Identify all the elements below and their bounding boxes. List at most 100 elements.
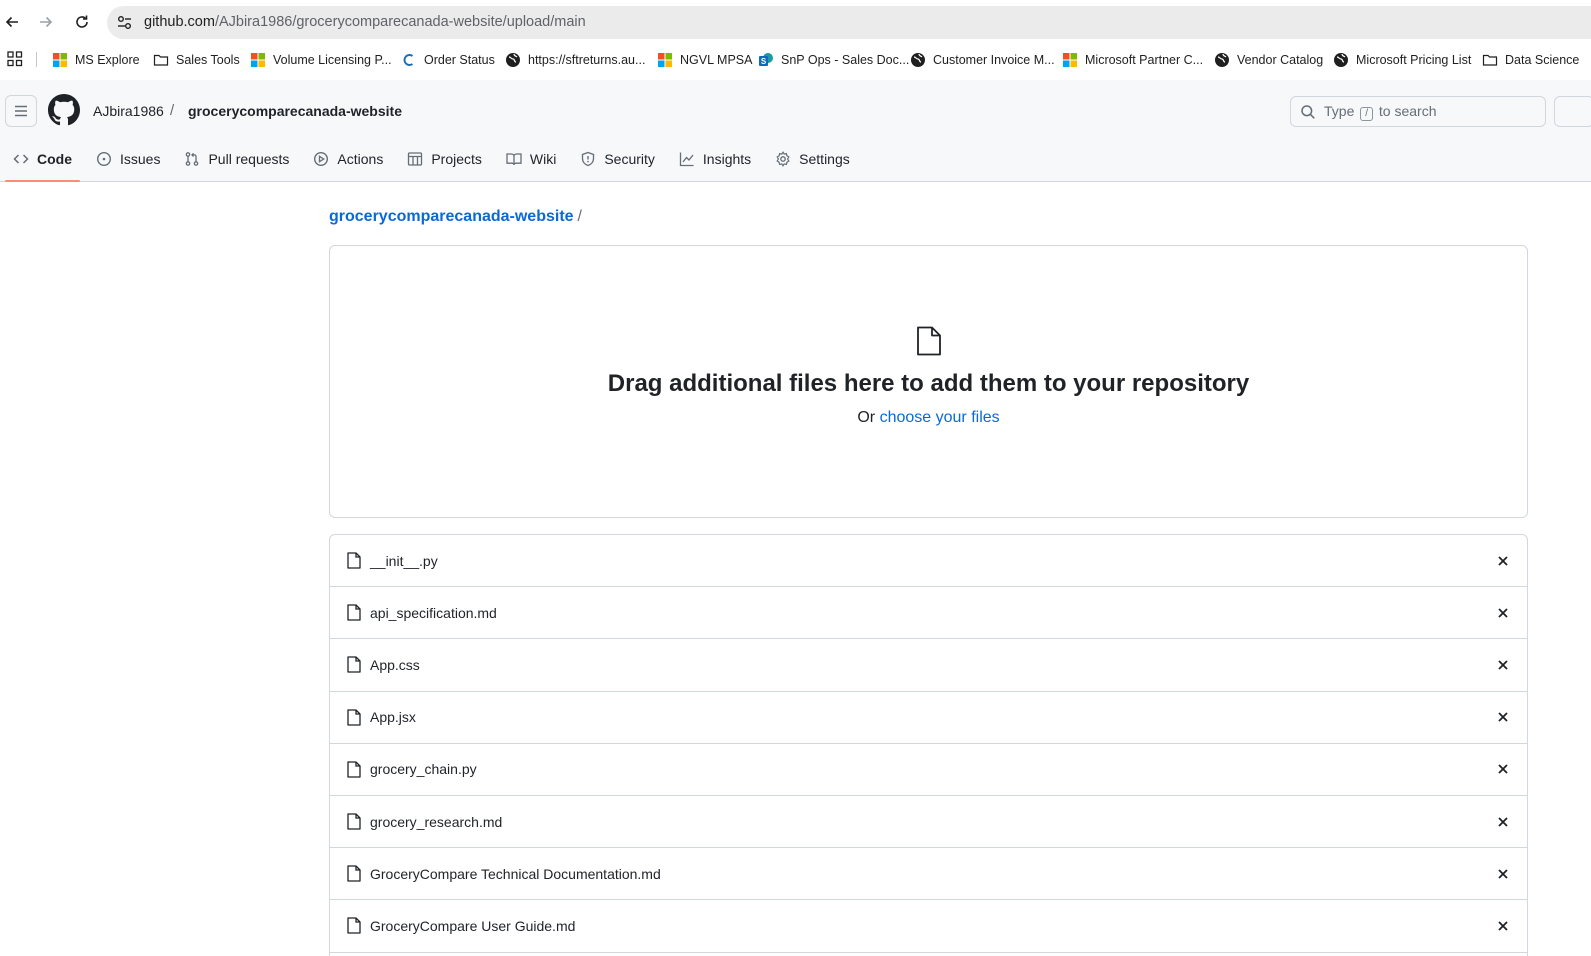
globe-icon <box>911 53 925 67</box>
tab-label: Security <box>604 151 655 167</box>
bookmark-vendor-catalog[interactable]: Vendor Catalog <box>1214 50 1323 70</box>
file-name: GroceryCompare User Guide.md <box>370 917 576 934</box>
bookmark-label: Microsoft Partner C... <box>1085 53 1204 67</box>
repo-name-link[interactable]: grocerycomparecanada-website <box>188 103 402 119</box>
tab-label: Actions <box>337 151 384 167</box>
bookmark-microsoft-partner[interactable]: Microsoft Partner C... <box>1062 50 1203 70</box>
file-row: App.jsx <box>330 692 1527 744</box>
shield-icon <box>582 151 595 167</box>
file-row: grocery_chain.py <box>330 744 1527 796</box>
bookmark-label: Vendor Catalog <box>1237 53 1324 67</box>
back-icon[interactable] <box>0 10 24 34</box>
file-name: grocery_chain.py <box>370 761 477 778</box>
upload-file-list: __init__.py api_specification.md App.css… <box>329 534 1528 956</box>
reload-icon[interactable] <box>70 10 94 34</box>
tab-wiki[interactable]: Wiki <box>498 142 564 176</box>
repo-owner-link[interactable]: AJbira1986 <box>93 103 164 119</box>
tab-label: Pull requests <box>208 151 290 167</box>
crumb-separator: / <box>170 102 175 119</box>
breadcrumb-separator: / <box>577 208 582 225</box>
tab-insights[interactable]: Insights <box>671 142 759 176</box>
microsoft-logo-icon <box>251 53 265 67</box>
tab-settings[interactable]: Settings <box>767 142 858 176</box>
repo-header: AJbira1986 / grocerycomparecanada-websit… <box>0 80 1591 182</box>
pull-request-icon <box>186 152 199 166</box>
globe-icon <box>1215 53 1229 67</box>
github-logo-icon[interactable] <box>48 94 80 126</box>
close-icon <box>1498 555 1508 566</box>
folder-icon <box>153 54 169 66</box>
menu-button[interactable] <box>5 95 37 127</box>
tab-label: Issues <box>120 151 161 167</box>
tab-security[interactable]: Security <box>572 142 663 176</box>
address-bar[interactable]: github.com/AJbira1986/grocerycomparecana… <box>107 6 1591 39</box>
bookmark-data-science[interactable]: Data Science <box>1482 50 1579 70</box>
issue-icon <box>96 151 112 167</box>
site-info-icon[interactable] <box>116 14 133 31</box>
choose-files-link[interactable]: choose your files <box>880 409 1000 426</box>
remove-file-button[interactable] <box>1495 605 1511 621</box>
file-row: App.css <box>330 639 1527 692</box>
file-name: App.css <box>370 656 420 673</box>
bookmark-label: https://sftreturns.au... <box>528 53 646 67</box>
microsoft-logo-icon <box>1063 53 1077 67</box>
bookmark-sales-tools[interactable]: Sales Tools <box>153 50 240 70</box>
remove-file-button[interactable] <box>1495 814 1511 830</box>
remove-file-button[interactable] <box>1495 866 1511 882</box>
table-icon <box>408 152 423 166</box>
file-icon <box>347 552 361 569</box>
search-input[interactable]: Type / to search <box>1290 96 1546 127</box>
forward-icon[interactable] <box>34 10 58 34</box>
bookmark-microsoft-pricing[interactable]: Microsoft Pricing List <box>1333 50 1471 70</box>
search-suffix: to search <box>1378 102 1437 119</box>
tab-projects[interactable]: Projects <box>399 142 490 176</box>
sharepoint-icon: S <box>759 53 773 66</box>
tab-pull-requests[interactable]: Pull requests <box>176 142 297 176</box>
remove-file-button[interactable] <box>1495 657 1511 673</box>
close-icon <box>1498 608 1508 618</box>
bookmark-sftreturns[interactable]: https://sftreturns.au... <box>505 50 645 70</box>
file-icon <box>347 813 361 830</box>
dropzone-subtitle: Or choose your files <box>330 409 1527 427</box>
file-icon <box>347 761 361 778</box>
bookmark-snp-ops[interactable]: S SnP Ops - Sales Doc... <box>758 50 909 70</box>
bookmark-label: Data Science <box>1505 53 1580 67</box>
tab-code[interactable]: Code <box>5 142 80 182</box>
bookmark-label: Customer Invoice M... <box>933 53 1055 67</box>
bookmarks-divider <box>36 52 37 67</box>
search-shortcut-key: / <box>1360 106 1374 121</box>
remove-file-button[interactable] <box>1495 553 1511 569</box>
search-prefix: Type <box>1324 102 1355 119</box>
microsoft-logo-icon <box>658 53 672 67</box>
bookmark-label: Order Status <box>424 53 495 67</box>
apps-grid-icon[interactable] <box>7 51 23 67</box>
remove-file-button[interactable] <box>1495 709 1511 725</box>
dropzone-title: Drag additional files here to add them t… <box>607 370 1250 397</box>
book-icon <box>506 153 522 166</box>
globe-icon <box>506 53 520 67</box>
close-icon <box>1498 921 1508 931</box>
bookmark-volume-licensing[interactable]: Volume Licensing P... <box>250 50 392 70</box>
c-logo-icon <box>403 54 414 66</box>
file-dropzone[interactable]: Drag additional files here to add them t… <box>329 245 1528 518</box>
bookmark-order-status[interactable]: Order Status <box>401 50 495 70</box>
bookmark-ms-explore[interactable]: MS Explore <box>52 50 140 70</box>
remove-file-button[interactable] <box>1495 918 1511 934</box>
bookmark-ngvl-mpsa[interactable]: NGVL MPSA <box>657 50 752 70</box>
bookmark-customer-invoice[interactable]: Customer Invoice M... <box>910 50 1055 70</box>
hamburger-icon <box>15 105 27 117</box>
close-icon <box>1498 660 1508 670</box>
tab-label: Settings <box>799 151 850 167</box>
code-icon <box>13 154 29 164</box>
tab-actions[interactable]: Actions <box>305 142 391 176</box>
copilot-button[interactable] <box>1554 96 1591 127</box>
graph-icon <box>679 152 694 167</box>
file-icon <box>347 709 361 726</box>
breadcrumb-repo-link[interactable]: grocerycomparecanada-website <box>329 208 574 225</box>
tab-issues[interactable]: Issues <box>88 142 168 176</box>
url-host: github.com <box>144 14 215 30</box>
bookmarks-bar: MS Explore Sales Tools Volume Licensing … <box>0 44 1591 74</box>
remove-file-button[interactable] <box>1495 761 1511 777</box>
bookmark-label: NGVL MPSA <box>680 53 753 67</box>
url-text[interactable]: github.com/AJbira1986/grocerycomparecana… <box>144 14 586 30</box>
